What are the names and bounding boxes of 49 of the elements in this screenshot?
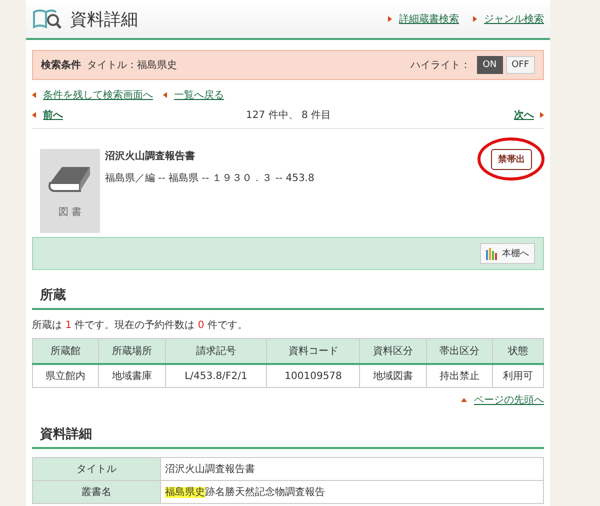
field-value: 沼沢火山調査報告書 <box>160 458 544 480</box>
triangle-right-icon <box>540 112 544 118</box>
field-value: 福島県史跡名勝天然記念物調査報告 <box>160 480 544 504</box>
conditions-value: タイトル：福島県史 <box>87 58 177 72</box>
page-top-link[interactable]: ページの先頭へ <box>461 395 544 406</box>
table-cell: 地域図書 <box>360 364 426 388</box>
next-link[interactable]: 次へ <box>514 108 544 122</box>
highlight-toggle[interactable]: ON <box>476 56 503 74</box>
table-cell: 県立館内 <box>32 364 99 388</box>
page-title: 資料詳細 <box>70 8 138 30</box>
prev-link[interactable]: 前へ <box>32 108 63 122</box>
triangle-left-icon <box>163 92 167 98</box>
column-header: 資料コード <box>266 338 360 364</box>
result-position: 127 件中、 8 件目 <box>246 108 331 122</box>
triangle-up-icon <box>461 398 467 402</box>
item-title: 沼沢火山調査報告書 <box>105 149 196 163</box>
header-link[interactable]: ジャンル検索 <box>473 12 544 26</box>
book-search-icon <box>32 7 62 31</box>
field-label: タイトル <box>32 458 160 480</box>
holdings-summary: 所蔵は 1 件です。現在の予約件数は 0 件です。 <box>32 318 248 332</box>
column-header: 所蔵館 <box>32 338 99 364</box>
table-cell: 地域書庫 <box>98 364 166 388</box>
table-cell: 利用可 <box>492 364 544 388</box>
column-header: 帯出区分 <box>426 338 492 364</box>
column-header: 状態 <box>492 338 544 364</box>
triangle-right-icon <box>388 16 392 22</box>
nav-link[interactable]: 条件を残して検索画面へ <box>32 88 153 102</box>
table-cell: 持出禁止 <box>426 364 492 388</box>
triangle-left-icon <box>32 92 36 98</box>
bar-chart-icon <box>486 248 499 260</box>
header-link[interactable]: 詳細蔵書検索 <box>388 12 459 26</box>
item-details: 福島県／編 -- 福島県 -- １９３０．３ -- 453.8 <box>105 172 314 185</box>
section-heading: 所蔵 <box>32 286 544 310</box>
restriction-badge: 禁帯出 <box>491 149 532 170</box>
bookshelf-button[interactable]: 本棚へ <box>480 243 535 264</box>
table-cell: L/453.8/F2/1 <box>165 364 267 388</box>
conditions-label: 検索条件 <box>41 58 81 72</box>
column-header: 資料区分 <box>360 338 426 364</box>
highlight-label: ハイライト： <box>410 59 471 72</box>
column-header: 請求記号 <box>165 338 267 364</box>
column-header: 所蔵場所 <box>98 338 166 364</box>
section-heading: 資料詳細 <box>32 425 544 449</box>
table-cell: 100109578 <box>266 364 360 388</box>
field-label: 叢書名 <box>32 480 160 504</box>
triangle-left-icon <box>32 112 36 118</box>
material-type: 図 書 <box>58 206 82 219</box>
highlight-toggle[interactable]: OFF <box>506 56 535 74</box>
nav-link[interactable]: 一覧へ戻る <box>163 88 224 102</box>
triangle-right-icon <box>473 16 477 22</box>
